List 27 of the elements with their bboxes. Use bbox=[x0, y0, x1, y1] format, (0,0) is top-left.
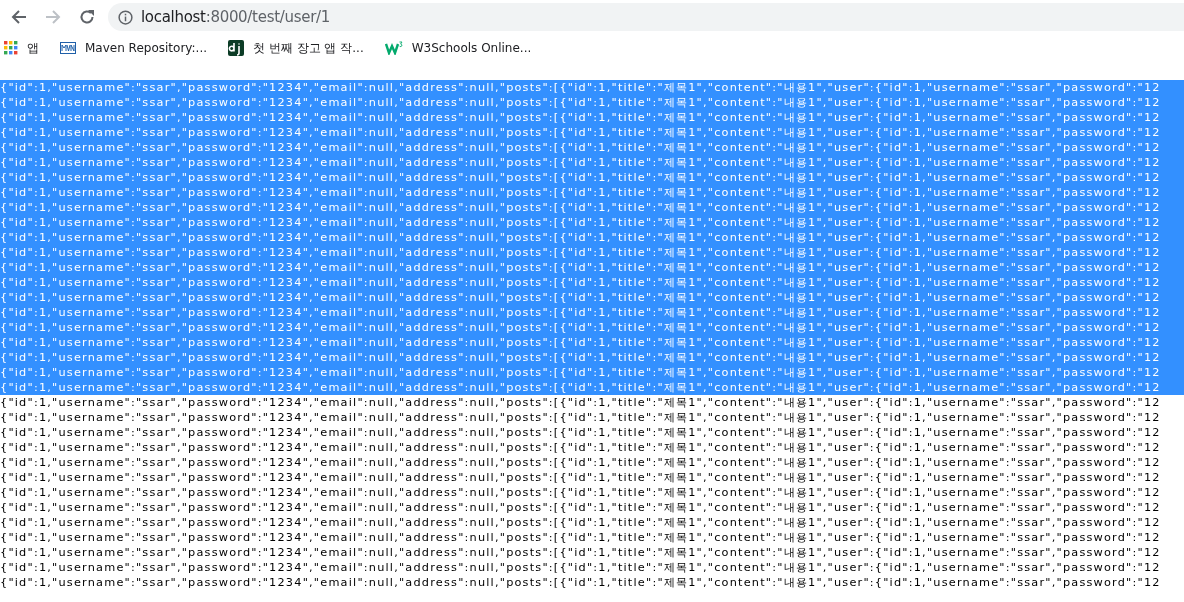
bookmark-link[interactable]: 첫 번째 장고 앱 작... bbox=[228, 36, 371, 60]
info-icon[interactable] bbox=[118, 9, 133, 25]
w3-logo-icon bbox=[384, 41, 403, 55]
forward-arrow-icon bbox=[45, 9, 61, 25]
json-text-line: {"id":1,"username":"ssar","password":"1234","email":null,"address":null,"posts":[{"id":1,"title":"제목1","content":"내용1","user":{"id":1,"username":"ssar","password":"12 bbox=[0, 560, 1162, 575]
json-text-line: {"id":1,"username":"ssar","password":"1234","email":null,"address":null,"posts":[{"id":1,"title":"제목1","content":"내용1","user":{"id":1,"username":"ssar","password":"12 bbox=[0, 470, 1162, 485]
reload-icon bbox=[79, 9, 95, 25]
json-text-line: {"id":1,"username":"ssar","password":"1234","email":null,"address":null,"posts":[{"id":1,"title":"제목1","content":"내용1","user":{"id":1,"username":"ssar","password":"12 bbox=[0, 545, 1162, 560]
back-arrow-icon bbox=[11, 9, 27, 25]
maven-logo-icon bbox=[60, 42, 76, 54]
bookmark-link[interactable]: 앱 bbox=[4, 36, 46, 60]
json-text-line: {"id":1,"username":"ssar","password":"1234","email":null,"address":null,"posts":[{"id":1,"title":"제목1","content":"내용1","user":{"id":1,"username":"ssar","password":"12 bbox=[0, 575, 1162, 590]
json-text-line: {"id":1,"username":"ssar","password":"1234","email":null,"address":null,"posts":[{"id":1,"title":"제목1","content":"내용1","user":{"id":1,"username":"ssar","password":"12 bbox=[0, 425, 1162, 440]
apps-grid-icon bbox=[4, 41, 18, 55]
url-text: localhost:8000/test/user/1 bbox=[141, 8, 330, 26]
address-bar[interactable]: localhost:8000/test/user/1 bbox=[108, 3, 1184, 31]
json-text-line: {"id":1,"username":"ssar","password":"1234","email":null,"address":null,"posts":[{"id":1,"title":"제목1","content":"내용1","user":{"id":1,"username":"ssar","password":"12 bbox=[0, 455, 1162, 470]
json-text-line: {"id":1,"username":"ssar","password":"1234","email":null,"address":null,"posts":[{"id":1,"title":"제목1","content":"내용1","user":{"id":1,"username":"ssar","password":"12 bbox=[0, 395, 1162, 410]
bookmark-link[interactable]: W3Schools Online... bbox=[384, 36, 539, 60]
json-text-line: {"id":1,"username":"ssar","password":"1234","email":null,"address":null,"posts":[{"id":1,"title":"제목1","content":"내용1","user":{"id":1,"username":"ssar","password":"12 bbox=[0, 530, 1162, 545]
django-logo-icon bbox=[228, 40, 245, 56]
json-text-line: {"id":1,"username":"ssar","password":"1234","email":null,"address":null,"posts":[{"id":1,"title":"제목1","content":"내용1","user":{"id":1,"username":"ssar","password":"12 bbox=[0, 440, 1162, 455]
json-text-line: {"id":1,"username":"ssar","password":"1234","email":null,"address":null,"posts":[{"id":1,"title":"제목1","content":"내용1","user":{"id":1,"username":"ssar","password":"12 bbox=[0, 500, 1162, 515]
json-text-line: {"id":1,"username":"ssar","password":"1234","email":null,"address":null,"posts":[{"id":1,"title":"제목1","content":"내용1","user":{"id":1,"username":"ssar","password":"12 bbox=[0, 410, 1162, 425]
bookmark-link[interactable]: Maven Repository:... bbox=[60, 36, 215, 60]
json-text-line: {"id":1,"username":"ssar","password":"1234","email":null,"address":null,"posts":[{"id":1,"title":"제목1","content":"내용1","user":{"id":1,"username":"ssar","password":"12 bbox=[0, 485, 1162, 500]
json-text-line: {"id":1,"username":"ssar","password":"1234","email":null,"address":null,"posts":[{"id":1,"title":"제목1","content":"내용1","user":{"id":1,"username":"ssar","password":"12 bbox=[0, 515, 1162, 530]
